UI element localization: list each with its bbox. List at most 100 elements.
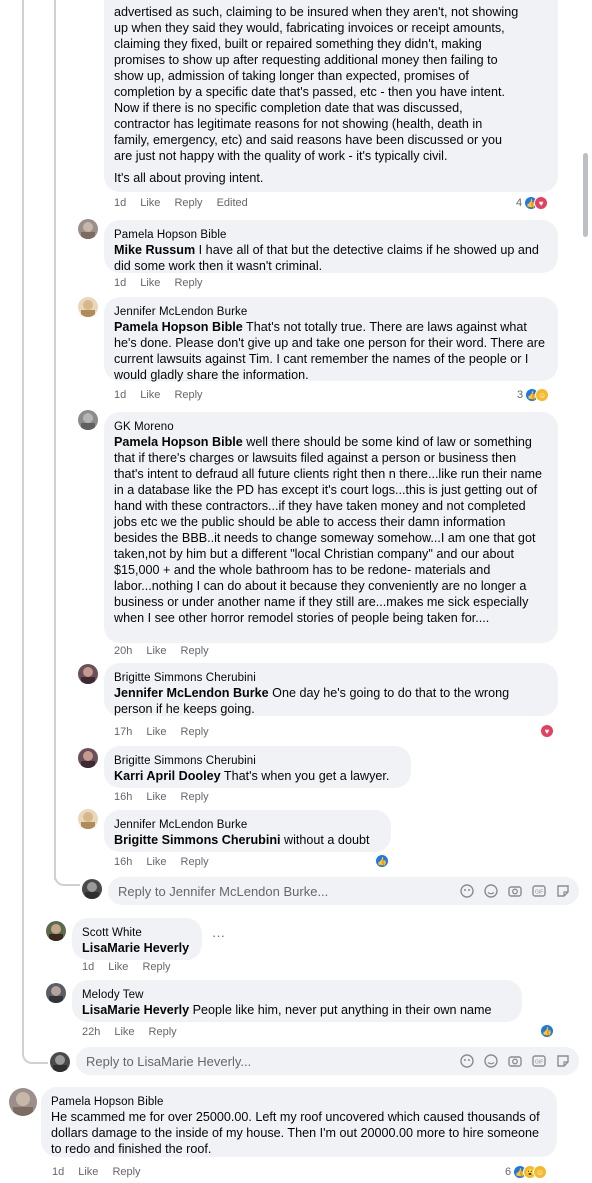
timestamp: 1d	[114, 277, 127, 289]
mention-link[interactable]: Pamela Hopson Bible	[114, 435, 243, 449]
like-button[interactable]: Like	[140, 277, 160, 289]
reaction-summary[interactable]: 👍	[540, 1024, 554, 1038]
comment-actions: 1d Like Reply	[52, 1166, 141, 1178]
avatar[interactable]	[78, 664, 98, 684]
comment-author[interactable]: Brigitte Simmons Cherubini	[114, 671, 548, 685]
avatar[interactable]	[46, 983, 66, 1003]
like-button[interactable]: Like	[140, 197, 160, 209]
reply-input[interactable]: Reply to LisaMarie Heverly... GIF	[76, 1047, 579, 1075]
sticker-icon[interactable]	[555, 1053, 571, 1069]
comment-bubble: Jennifer McLendon Burke Brigitte Simmons…	[104, 810, 391, 852]
like-button[interactable]: Like	[146, 791, 166, 803]
love-reaction-icon: ♥	[534, 196, 549, 210]
avatar[interactable]	[78, 410, 98, 430]
mention-link[interactable]: Karri April Dooley	[114, 769, 221, 783]
reply-button[interactable]: Reply	[174, 277, 202, 289]
comment-text: He scammed me for over 25000.00. Left my…	[51, 1110, 540, 1156]
mention-link[interactable]: LisaMarie Heverly	[82, 941, 189, 955]
avatar-sticker-icon[interactable]	[459, 883, 475, 899]
like-button[interactable]: Like	[114, 1026, 134, 1038]
mention-link[interactable]: Jennifer McLendon Burke	[114, 686, 269, 700]
sticker-icon[interactable]	[555, 883, 571, 899]
reaction-summary[interactable]: 6 👍 😮 ☺	[505, 1165, 548, 1179]
avatar[interactable]	[78, 297, 98, 317]
comment-author[interactable]: GK Moreno	[114, 420, 548, 434]
thread-line	[22, 0, 24, 1050]
reply-input[interactable]: Reply to Jennifer McLendon Burke... GIF	[108, 877, 579, 905]
reply-button[interactable]: Reply	[174, 197, 202, 209]
reply-placeholder: Reply to LisaMarie Heverly...	[86, 1053, 252, 1069]
like-button[interactable]: Like	[146, 856, 166, 868]
camera-icon[interactable]	[507, 1053, 523, 1069]
timestamp: 16h	[114, 856, 133, 868]
reply-button[interactable]: Reply	[149, 1026, 177, 1038]
avatar[interactable]	[9, 1088, 37, 1116]
comment-actions: 1d Like Reply	[114, 277, 203, 289]
like-button[interactable]: Like	[146, 726, 166, 738]
comment-actions: 1d Like Reply	[82, 961, 171, 973]
comment-actions: 22h Like Reply	[82, 1026, 177, 1038]
comment-actions: 1d Like Reply Edited	[114, 197, 248, 209]
thread-line	[54, 0, 56, 880]
reply-button[interactable]: Reply	[181, 856, 209, 868]
comment-author[interactable]: Scott White	[82, 926, 192, 940]
emoji-icon[interactable]	[483, 1053, 499, 1069]
avatar[interactable]	[78, 219, 98, 239]
reply-placeholder: Reply to Jennifer McLendon Burke...	[118, 883, 329, 899]
avatar-image	[78, 410, 98, 430]
reply-tools: GIF	[459, 883, 571, 899]
care-reaction-icon: ☺	[533, 1165, 548, 1179]
reply-button[interactable]: Reply	[174, 389, 202, 401]
reaction-count: 4	[516, 197, 523, 209]
like-button[interactable]: Like	[146, 645, 166, 657]
like-reaction-icon: 👍	[540, 1024, 554, 1038]
reaction-summary[interactable]: 👍	[375, 854, 389, 868]
like-button[interactable]: Like	[140, 389, 160, 401]
comment-author[interactable]: Jennifer McLendon Burke	[114, 818, 381, 832]
avatar-image	[78, 664, 98, 684]
reaction-summary[interactable]: 4 👍 ♥	[516, 196, 549, 210]
gif-icon[interactable]: GIF	[531, 883, 547, 899]
reply-button[interactable]: Reply	[142, 961, 170, 973]
timestamp: 16h	[114, 791, 133, 803]
comment-bubble: Jennifer McLendon Burke Pamela Hopson Bi…	[104, 297, 558, 382]
camera-icon[interactable]	[507, 883, 523, 899]
svg-text:GIF: GIF	[535, 1060, 543, 1066]
reaction-summary[interactable]: 3 👍 ☺	[517, 388, 550, 402]
like-button[interactable]: Like	[108, 961, 128, 973]
avatar[interactable]	[46, 921, 66, 941]
reply-button[interactable]: Reply	[181, 726, 209, 738]
comment-actions: 16h Like Reply	[114, 791, 209, 803]
comment-author[interactable]: Pamela Hopson Bible	[51, 1095, 547, 1109]
avatar-image	[78, 809, 98, 829]
reaction-summary[interactable]: ♥	[540, 724, 554, 738]
emoji-icon[interactable]	[483, 883, 499, 899]
scrollbar[interactable]	[583, 153, 588, 237]
mention-link[interactable]: Brigitte Simmons Cherubini	[114, 833, 281, 847]
avatar[interactable]	[78, 748, 98, 768]
svg-text:GIF: GIF	[535, 890, 543, 896]
reply-button[interactable]: Reply	[181, 645, 209, 657]
care-reaction-icon: ☺	[535, 388, 550, 402]
avatar[interactable]	[78, 809, 98, 829]
gif-icon[interactable]: GIF	[531, 1053, 547, 1069]
comment-author[interactable]: Pamela Hopson Bible	[114, 228, 548, 242]
avatar-sticker-icon[interactable]	[459, 1053, 475, 1069]
reply-button[interactable]: Reply	[181, 791, 209, 803]
comment-author[interactable]: Brigitte Simmons Cherubini	[114, 754, 401, 768]
comment-bubble: Pamela Hopson Bible He scammed me for ov…	[41, 1087, 557, 1157]
mention-link[interactable]: LisaMarie Heverly	[82, 1003, 189, 1017]
avatar-image	[78, 219, 98, 239]
reply-button[interactable]: Reply	[112, 1166, 140, 1178]
like-button[interactable]: Like	[78, 1166, 98, 1178]
comment-author[interactable]: Jennifer McLendon Burke	[114, 305, 548, 319]
mention-link[interactable]: Mike Russum	[114, 243, 195, 257]
timestamp: 1d	[52, 1166, 65, 1178]
comment-author[interactable]: Melody Tew	[82, 988, 512, 1002]
timestamp: 1d	[114, 197, 127, 209]
more-options-button[interactable]: ···	[212, 928, 225, 943]
timestamp: 22h	[82, 1026, 101, 1038]
mention-link[interactable]: Pamela Hopson Bible	[114, 320, 243, 334]
comment-text: advertised as such, claiming to be insur…	[114, 5, 519, 185]
comment-bubble: Brigitte Simmons Cherubini Jennifer McLe…	[104, 663, 558, 716]
